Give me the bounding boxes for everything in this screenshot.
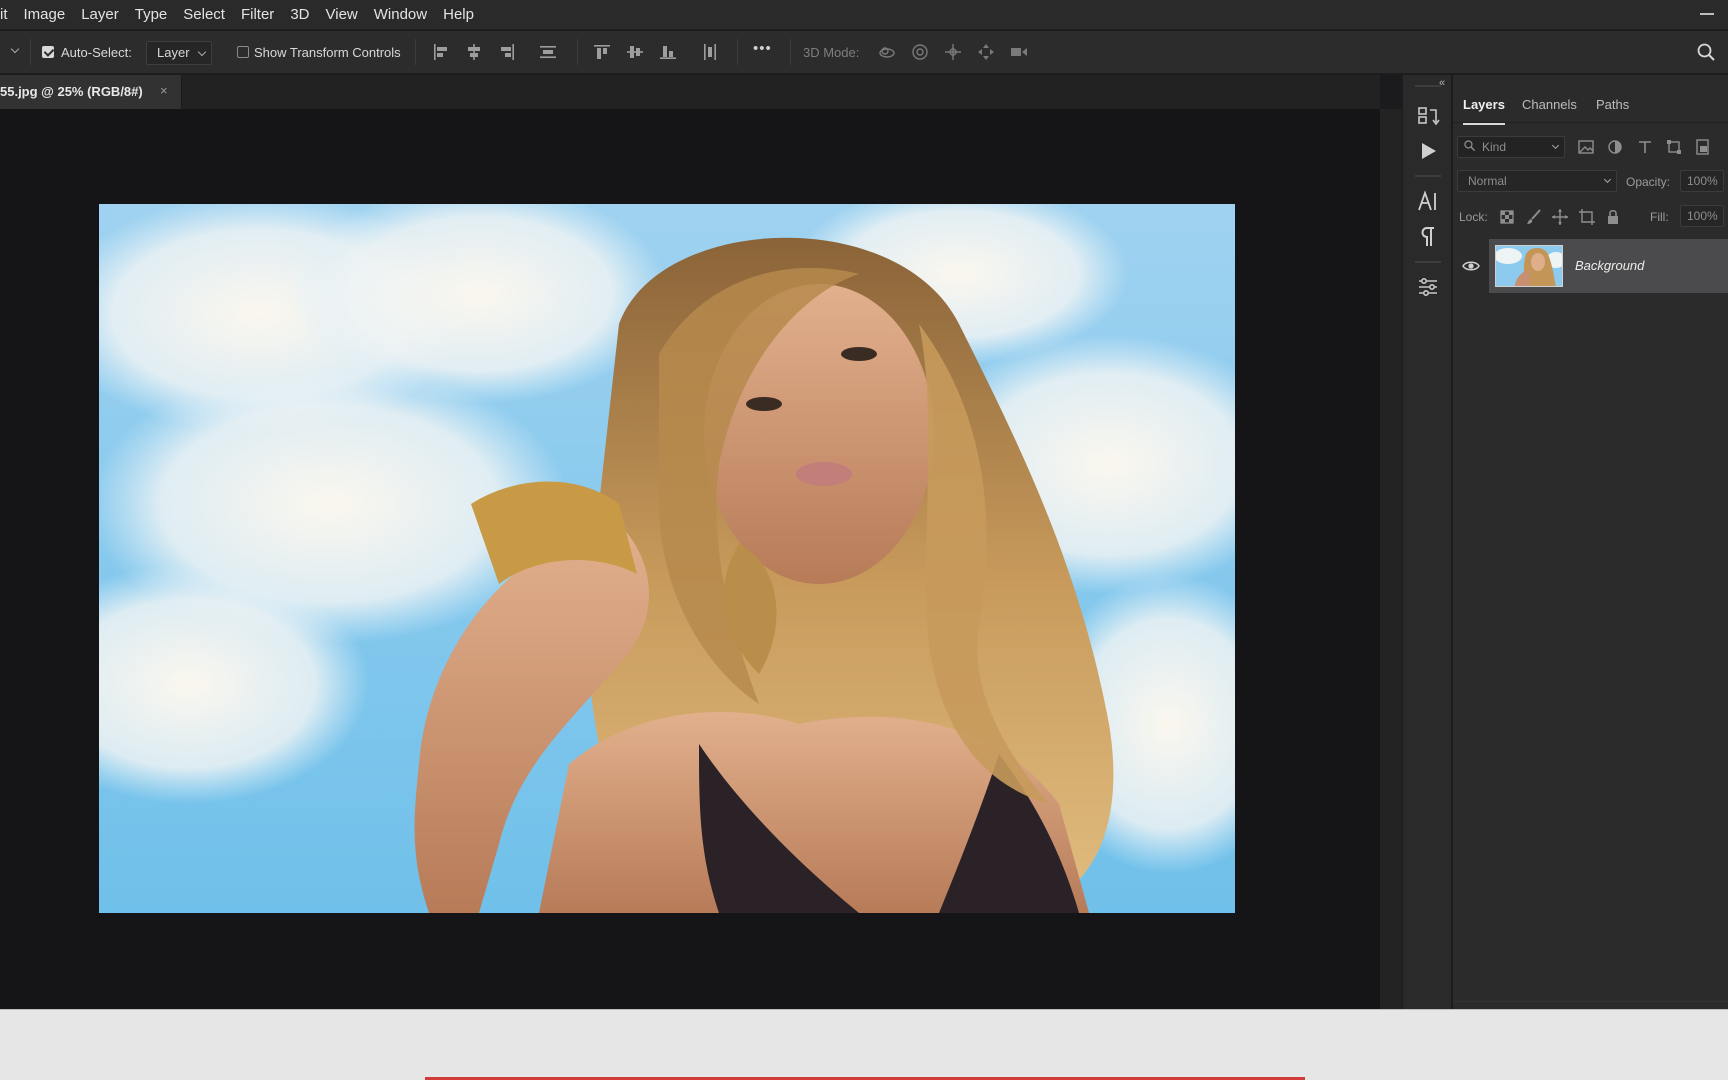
pixel-layer-filter-icon[interactable]	[1577, 138, 1595, 156]
show-transform-label: Show Transform Controls	[254, 45, 401, 60]
opacity-input[interactable]: 100%	[1680, 170, 1724, 192]
type-layer-filter-icon[interactable]	[1636, 138, 1654, 156]
divider	[737, 39, 738, 65]
3d-mode-label: 3D Mode:	[803, 45, 860, 60]
tool-preset-chevron-icon[interactable]	[10, 44, 20, 54]
search-icon	[1463, 139, 1477, 153]
distribute-horizontal-icon[interactable]	[700, 42, 720, 62]
paragraph-icon[interactable]	[1414, 223, 1442, 251]
menu-view[interactable]: View	[318, 0, 366, 30]
lock-artboard-icon[interactable]	[1578, 208, 1596, 226]
menu-filter[interactable]: Filter	[233, 0, 282, 30]
roll-3d-icon[interactable]	[910, 42, 930, 62]
menu-type[interactable]: Type	[127, 0, 176, 30]
blend-mode-row: Normal Opacity: 100%	[1453, 170, 1728, 194]
layers-panel: Layers Channels Paths Kind Normal Opacit…	[1453, 75, 1728, 1009]
photo-artwork	[99, 204, 1235, 913]
menu-image[interactable]: Image	[16, 0, 74, 30]
actions-play-icon[interactable]	[1414, 137, 1442, 165]
lock-image-pixels-brush-icon[interactable]	[1525, 208, 1543, 226]
lock-all-icon[interactable]	[1604, 208, 1622, 226]
align-left-icon[interactable]	[431, 42, 451, 62]
layer-kind-value: Kind	[1482, 140, 1507, 154]
menu-edit[interactable]: it	[0, 0, 16, 30]
fill-input[interactable]: 100%	[1680, 205, 1724, 227]
layer-name[interactable]: Background	[1575, 258, 1644, 273]
menu-select[interactable]: Select	[175, 0, 233, 30]
collapse-panels-icon[interactable]: «	[1439, 77, 1445, 89]
document-tab-strip: 55.jpg @ 25% (RGB/8#) ×	[0, 75, 1380, 109]
distribute-vertical-icon[interactable]	[538, 42, 558, 62]
divider	[790, 39, 791, 65]
options-bar: Auto-Select: Layer Show Transform Contro…	[0, 31, 1728, 74]
divider	[577, 39, 578, 65]
auto-select-checkbox[interactable]	[42, 46, 54, 58]
character-icon[interactable]	[1414, 188, 1442, 216]
menu-help[interactable]: Help	[435, 0, 482, 30]
bottom-strip	[0, 1009, 1728, 1080]
divider	[415, 39, 416, 65]
tab-channels[interactable]: Channels	[1522, 97, 1577, 112]
properties-adjust-icon[interactable]	[1414, 273, 1442, 301]
menu-bar: it Image Layer Type Select Filter 3D Vie…	[0, 0, 1728, 30]
smart-object-filter-icon[interactable]	[1694, 138, 1712, 156]
more-options-button[interactable]: •••	[753, 41, 772, 57]
dock-grip[interactable]	[1415, 261, 1441, 263]
document-tab[interactable]: 55.jpg @ 25% (RGB/8#) ×	[0, 75, 182, 109]
history-icon[interactable]	[1414, 102, 1442, 130]
menu-window[interactable]: Window	[366, 0, 435, 30]
tab-paths[interactable]: Paths	[1596, 97, 1629, 112]
blend-mode-dropdown[interactable]: Normal	[1457, 170, 1617, 192]
auto-select-target-dropdown[interactable]: Layer	[146, 41, 212, 65]
opacity-label: Opacity:	[1626, 175, 1671, 189]
align-right-icon[interactable]	[497, 42, 517, 62]
chevron-down-icon	[197, 47, 207, 57]
dock-grip[interactable]	[1415, 175, 1441, 177]
adjustment-layer-filter-icon[interactable]	[1606, 138, 1624, 156]
pan-3d-icon[interactable]	[943, 42, 963, 62]
chevron-down-icon	[1603, 175, 1612, 184]
layer-row-background[interactable]: Background	[1489, 239, 1728, 293]
slide-3d-icon[interactable]	[976, 42, 996, 62]
orbit-3d-icon[interactable]	[877, 42, 897, 62]
fill-label: Fill:	[1650, 210, 1669, 224]
align-horizontal-center-icon[interactable]	[464, 42, 484, 62]
menu-3d[interactable]: 3D	[282, 0, 317, 30]
lock-row: Lock: Fill: 100%	[1453, 205, 1728, 229]
shape-layer-filter-icon[interactable]	[1665, 138, 1683, 156]
panel-icon-dock: «	[1402, 75, 1452, 1009]
menu-layer[interactable]: Layer	[73, 0, 127, 30]
document-tab-title: 55.jpg @ 25% (RGB/8#)	[0, 84, 143, 99]
auto-select-label: Auto-Select:	[61, 45, 132, 60]
panel-footer	[1453, 1001, 1728, 1009]
align-top-icon[interactable]	[592, 42, 612, 62]
search-icon[interactable]	[1696, 42, 1716, 62]
divider	[30, 39, 31, 65]
layer-visibility-eye-icon[interactable]	[1462, 257, 1480, 275]
auto-select-target-value: Layer	[157, 45, 190, 60]
show-transform-checkbox[interactable]	[237, 46, 249, 58]
lock-position-move-icon[interactable]	[1551, 208, 1569, 226]
scale-3d-camera-icon[interactable]	[1009, 42, 1029, 62]
dock-grip[interactable]	[1415, 85, 1441, 87]
layer-filter-row: Kind	[1453, 136, 1728, 160]
close-icon[interactable]: ×	[160, 83, 168, 98]
blend-mode-value: Normal	[1468, 174, 1507, 188]
panel-tabs: Layers Channels Paths	[1453, 89, 1728, 125]
canvas-scrollbar[interactable]	[1380, 109, 1402, 1009]
align-vertical-center-icon[interactable]	[625, 42, 645, 62]
align-bottom-icon[interactable]	[658, 42, 678, 62]
minimize-button[interactable]	[1700, 13, 1714, 15]
document-image[interactable]	[99, 204, 1235, 913]
lock-transparent-pixels-icon[interactable]	[1498, 208, 1516, 226]
chevron-down-icon	[1551, 141, 1560, 150]
layer-kind-filter[interactable]: Kind	[1457, 136, 1565, 158]
tab-layers[interactable]: Layers	[1463, 97, 1505, 125]
lock-label: Lock:	[1459, 210, 1488, 224]
layer-thumbnail	[1495, 245, 1563, 287]
